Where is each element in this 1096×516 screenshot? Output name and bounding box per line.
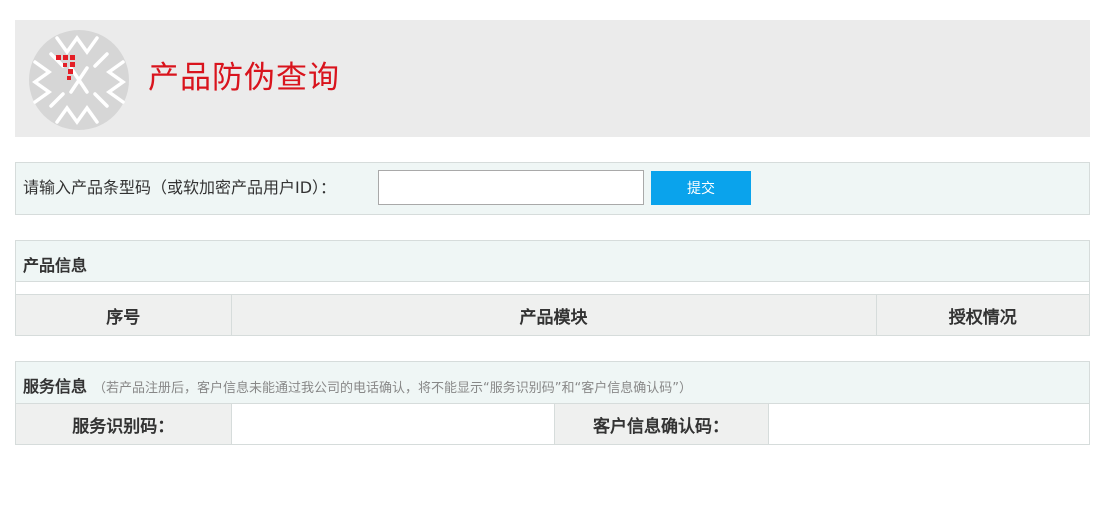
column-header-index: 序号 [16,295,231,335]
table-header-row: 序号 产品模块 授权情况 [16,295,1089,335]
page-header: 产品防伪查询 [15,20,1090,137]
panel-spacer [16,282,1089,295]
table-row: 服务识别码： 客户信息确认码： [16,404,1089,444]
service-table: 服务识别码： 客户信息确认码： [16,404,1089,444]
product-info-title: 产品信息 [23,256,88,275]
barcode-label: 请输入产品条型码（或软加密产品用户ID）： [23,178,337,197]
confirm-code-label: 客户信息确认码： [553,404,768,444]
service-info-heading: 服务信息 （若产品注册后，客户信息未能通过我公司的电话确认，将不能显示“服务识别码… [23,373,692,397]
product-info-panel: 产品信息 序号 产品模块 授权情况 [15,240,1090,336]
service-info-header: 服务信息 （若产品注册后，客户信息未能通过我公司的电话确认，将不能显示“服务识别码… [16,362,1089,404]
service-info-note: （若产品注册后，客户信息未能通过我公司的电话确认，将不能显示“服务识别码”和“客… [93,381,692,396]
service-info-panel: 服务信息 （若产品注册后，客户信息未能通过我公司的电话确认，将不能显示“服务识别码… [15,361,1090,445]
barcode-input[interactable] [378,170,644,205]
confirm-code-value [767,404,1089,444]
page-title: 产品防伪查询 [148,60,340,96]
query-form: 请输入产品条型码（或软加密产品用户ID）： 提交 [15,162,1090,215]
product-info-header: 产品信息 [16,241,1089,282]
service-code-label: 服务识别码： [16,404,231,444]
column-header-module: 产品模块 [230,295,876,335]
service-info-title: 服务信息 [23,377,88,396]
column-header-authorization: 授权情况 [875,295,1089,335]
submit-button[interactable]: 提交 [651,171,751,205]
emblem-logo-icon [29,30,129,130]
service-code-value [230,404,554,444]
product-table: 序号 产品模块 授权情况 [16,295,1089,335]
